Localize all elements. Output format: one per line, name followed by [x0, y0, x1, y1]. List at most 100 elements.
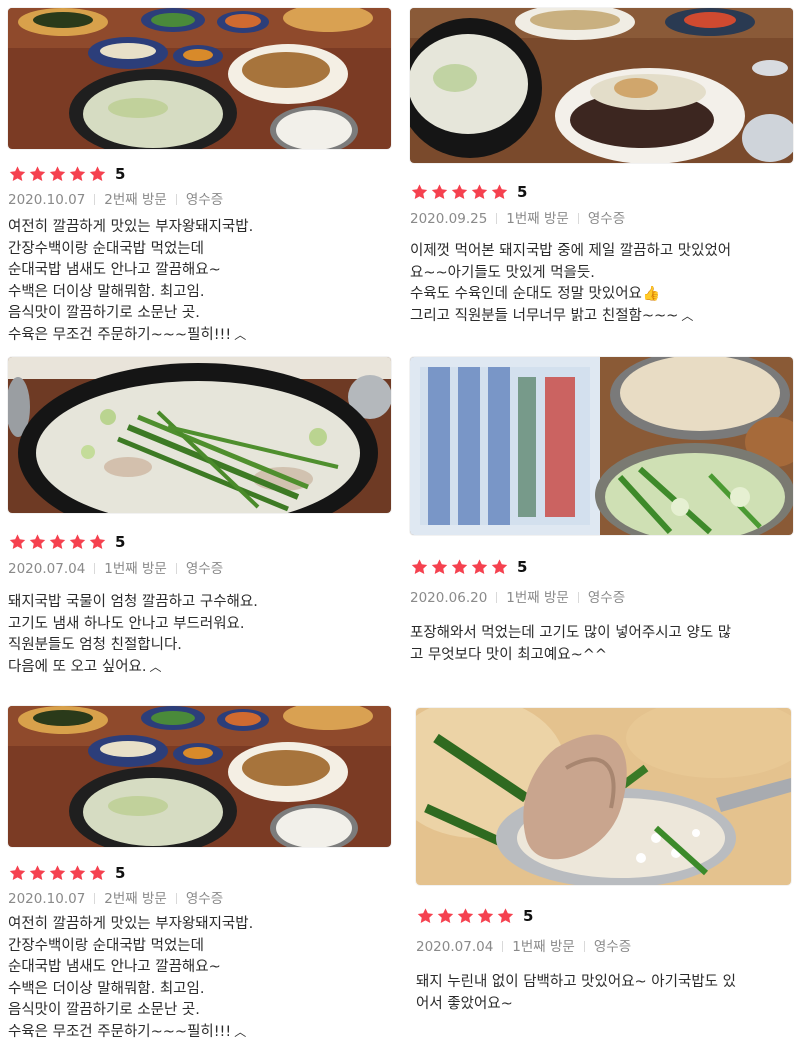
chevron-up-icon[interactable]: ︿	[681, 306, 693, 328]
review-text: 이제껏 먹어본 돼지국밥 중에 제일 깔끔하고 맛있었어 요~~아기들도 맛있게…	[410, 241, 731, 327]
star-icon	[28, 165, 47, 183]
review-line: 돼지 누린내 없이 담백하고 맛있어요~ 아기국밥도 있	[416, 974, 736, 990]
review-line: 그리고 직원분들 너무너무 밝고 친절함~~~	[410, 307, 679, 324]
star-icon	[416, 907, 435, 925]
review-meta: 2020.07.04 1번째 방문 영수증	[8, 557, 223, 577]
review-line: 돼지국밥 국물이 엄청 깔끔하고 구수해요.	[8, 594, 258, 610]
review-line: 여전히 깔끔하게 맛있는 부자왕돼지국밥.	[8, 916, 254, 932]
review-line: 여전히 깔끔하게 맛있는 부자왕돼지국밥.	[8, 219, 254, 235]
review-date: 2020.07.04	[8, 561, 86, 577]
review-line: 포장해와서 먹었는데 고기도 많이 넣어주시고 양도 많	[410, 625, 732, 641]
star-icon	[490, 183, 509, 201]
star-icon	[430, 183, 449, 201]
visit-count: 2번째 방문	[104, 192, 167, 208]
review-line: 고 무엇보다 맛이 최고예요~^^	[410, 646, 608, 663]
review-line: 수백은 더이상 말해뭐함. 최고임.	[8, 283, 205, 300]
divider	[496, 213, 498, 224]
star-icon	[476, 907, 495, 925]
star-icon	[68, 533, 87, 551]
star-icon	[490, 558, 509, 576]
receipt-label[interactable]: 영수증	[588, 590, 625, 606]
review-line: 수육도 수육인데 순대도 정말 맛있어요	[410, 286, 642, 303]
rating-score: 5	[517, 183, 528, 201]
star-rating: 5	[8, 532, 125, 552]
divider	[175, 893, 177, 904]
review-photo[interactable]	[8, 8, 391, 149]
thumbs-up-icon: 👍	[642, 286, 661, 303]
divider	[577, 592, 579, 603]
food-photo-table-spread	[8, 8, 391, 149]
review-meta: 2020.07.04 1번째 방문 영수증	[416, 935, 631, 955]
star-icon	[410, 558, 429, 576]
receipt-label[interactable]: 영수증	[594, 939, 631, 955]
review-text: 돼지 누린내 없이 담백하고 맛있어요~ 아기국밥도 있 어서 좋았어요~	[416, 972, 736, 1015]
chevron-up-icon[interactable]: ︿	[234, 1022, 246, 1044]
divider	[583, 941, 585, 952]
review-line: 순대국밥 냄새도 안나고 깔끔해요~	[8, 262, 221, 279]
review-meta: 2020.10.07 2번째 방문 영수증	[8, 887, 223, 907]
review-text: 여전히 깔끔하게 맛있는 부자왕돼지국밥. 간장수백이랑 순대국밥 먹었는데 순…	[8, 217, 253, 347]
rating-score: 5	[523, 907, 534, 925]
star-icon	[88, 165, 107, 183]
divider	[175, 563, 177, 574]
star-icon	[410, 183, 429, 201]
review-line: 간장수백이랑 순대국밥 먹었는데	[8, 937, 204, 954]
review-photo[interactable]	[8, 706, 391, 847]
food-photo-milky-soup	[8, 357, 391, 513]
review-photo[interactable]	[410, 8, 793, 163]
review-line: 다음에 또 오고 싶어요.	[8, 658, 147, 675]
review-photo[interactable]	[410, 357, 793, 535]
review-text: 여전히 깔끔하게 맛있는 부자왕돼지국밥. 간장수백이랑 순대국밥 먹었는데 순…	[8, 914, 253, 1044]
review-date: 2020.06.20	[410, 590, 488, 606]
rating-score: 5	[115, 864, 126, 882]
star-icon	[48, 864, 67, 882]
food-photo-spoonful	[416, 708, 791, 885]
review-line: 이제껏 먹어본 돼지국밥 중에 제일 깔끔하고 맛있었어	[410, 243, 732, 259]
review-date: 2020.10.07	[8, 891, 86, 907]
visit-count: 1번째 방문	[512, 939, 575, 955]
receipt-label[interactable]: 영수증	[186, 561, 223, 577]
star-icon	[48, 533, 67, 551]
receipt-label[interactable]: 영수증	[588, 211, 625, 227]
star-icon	[8, 864, 27, 882]
star-icon	[450, 183, 469, 201]
review-line: 어서 좋았어요~	[416, 995, 513, 1012]
review-line: 요~~아기들도 맛있게 먹을듯.	[410, 264, 595, 281]
review-line: 순대국밥 냄새도 안나고 깔끔해요~	[8, 959, 221, 976]
review-date: 2020.07.04	[416, 939, 494, 955]
star-icon	[28, 533, 47, 551]
star-icon	[68, 864, 87, 882]
divider	[577, 213, 579, 224]
receipt-label[interactable]: 영수증	[186, 891, 223, 907]
review-line: 음식맛이 깔끔하기로 소문난 곳.	[8, 305, 200, 322]
star-icon	[436, 907, 455, 925]
review-photo[interactable]	[8, 357, 391, 513]
review-line: 수육은 무조건 주문하기~~~필히!!!	[8, 326, 232, 343]
chevron-up-icon[interactable]: ︿	[150, 657, 162, 679]
visit-count: 1번째 방문	[506, 211, 569, 227]
divider	[502, 941, 504, 952]
star-icon	[470, 558, 489, 576]
star-rating: 5	[410, 182, 527, 202]
rating-score: 5	[115, 533, 126, 551]
chevron-up-icon[interactable]: ︿	[234, 325, 246, 347]
divider	[94, 893, 96, 904]
star-rating: 5	[8, 164, 125, 184]
review-line: 수백은 더이상 말해뭐함. 최고임.	[8, 980, 205, 997]
divider	[175, 194, 177, 205]
divider	[94, 563, 96, 574]
star-rating: 5	[8, 863, 125, 883]
visit-count: 1번째 방문	[104, 561, 167, 577]
star-icon	[8, 165, 27, 183]
star-icon	[28, 864, 47, 882]
star-icon	[88, 864, 107, 882]
food-photo-takeout	[410, 357, 793, 535]
review-line: 직원분들도 엄청 친절합니다.	[8, 637, 182, 654]
review-photo[interactable]	[416, 708, 791, 885]
star-icon	[450, 558, 469, 576]
receipt-label[interactable]: 영수증	[186, 192, 223, 208]
review-meta: 2020.09.25 1번째 방문 영수증	[410, 207, 625, 227]
star-icon	[88, 533, 107, 551]
star-icon	[8, 533, 27, 551]
star-icon	[496, 907, 515, 925]
